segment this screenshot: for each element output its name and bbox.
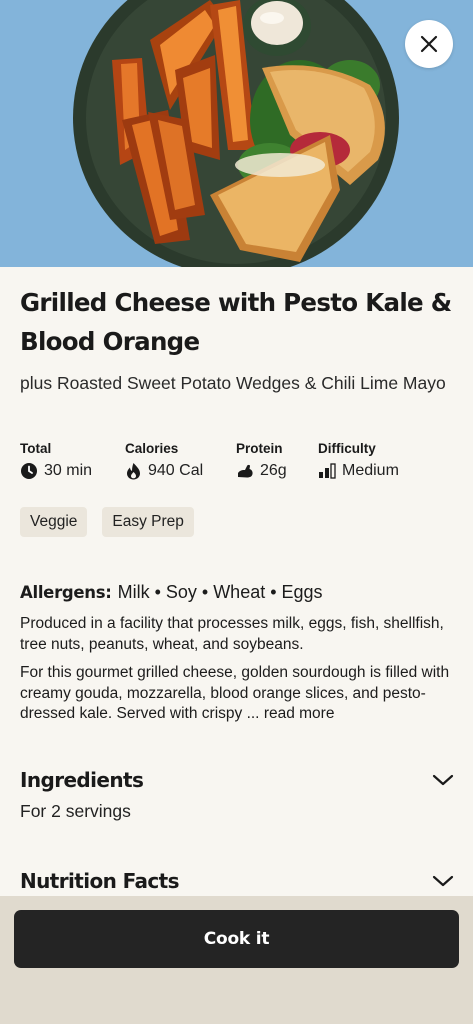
tag-easy-prep[interactable]: Easy Prep bbox=[102, 507, 194, 537]
ingredients-section-header[interactable]: Ingredients bbox=[20, 768, 454, 792]
flame-icon bbox=[127, 463, 140, 480]
recipe-header: Grilled Cheese with Pesto Kale & Blood O… bbox=[20, 283, 455, 395]
stat-calories: Calories 940 Cal bbox=[125, 441, 203, 480]
recipe-tags: Veggie Easy Prep bbox=[20, 507, 209, 537]
cook-it-button[interactable]: Cook it bbox=[14, 910, 459, 968]
stat-total-time: Total 30 min bbox=[20, 441, 92, 480]
muscle-icon bbox=[238, 464, 253, 478]
facility-note: Produced in a facility that processes mi… bbox=[20, 615, 444, 653]
nutrition-section-header[interactable]: Nutrition Facts bbox=[20, 869, 454, 893]
chevron-down-icon bbox=[432, 774, 454, 786]
servings-text: For 2 servings bbox=[20, 801, 131, 821]
allergens: Allergens: Milk • Soy • Wheat • Eggs bbox=[20, 582, 455, 603]
stat-label: Protein bbox=[236, 441, 283, 456]
stat-label: Difficulty bbox=[318, 441, 376, 456]
stat-protein: Protein 26g bbox=[236, 441, 287, 480]
chevron-down-icon bbox=[432, 875, 454, 887]
recipe-description: For this gourmet grilled cheese, golden … bbox=[20, 663, 460, 725]
allergens-label: Allergens: bbox=[20, 583, 112, 602]
close-icon bbox=[420, 35, 438, 53]
stat-value: 940 Cal bbox=[148, 462, 204, 479]
recipe-title: Grilled Cheese with Pesto Kale & Blood O… bbox=[20, 288, 452, 356]
stat-label: Calories bbox=[125, 441, 179, 456]
difficulty-bars-icon bbox=[319, 463, 336, 479]
stat-value: Medium bbox=[342, 462, 399, 479]
stat-value: 30 min bbox=[44, 462, 93, 479]
description-text: For this gourmet grilled cheese, golden … bbox=[20, 664, 450, 722]
close-button[interactable] bbox=[405, 20, 453, 68]
clock-icon bbox=[21, 463, 37, 479]
stat-value: 26g bbox=[260, 462, 287, 479]
stat-label: Total bbox=[20, 441, 52, 456]
tag-veggie[interactable]: Veggie bbox=[20, 507, 88, 537]
recipe-photo bbox=[0, 0, 473, 267]
nutrition-title: Nutrition Facts bbox=[20, 869, 180, 893]
recipe-subtitle: plus Roasted Sweet Potato Wedges & Chili… bbox=[20, 373, 446, 393]
allergens-list: Milk • Soy • Wheat • Eggs bbox=[117, 582, 323, 602]
stat-difficulty: Difficulty Medium bbox=[318, 441, 399, 480]
ingredients-title: Ingredients bbox=[20, 768, 144, 792]
bottom-action-bar: Cook it bbox=[0, 896, 473, 1024]
recipe-stats: Total 30 min Calories 940 Cal Protein 26… bbox=[20, 441, 455, 485]
recipe-hero-image bbox=[0, 0, 473, 267]
read-more-link[interactable]: read more bbox=[264, 705, 335, 722]
